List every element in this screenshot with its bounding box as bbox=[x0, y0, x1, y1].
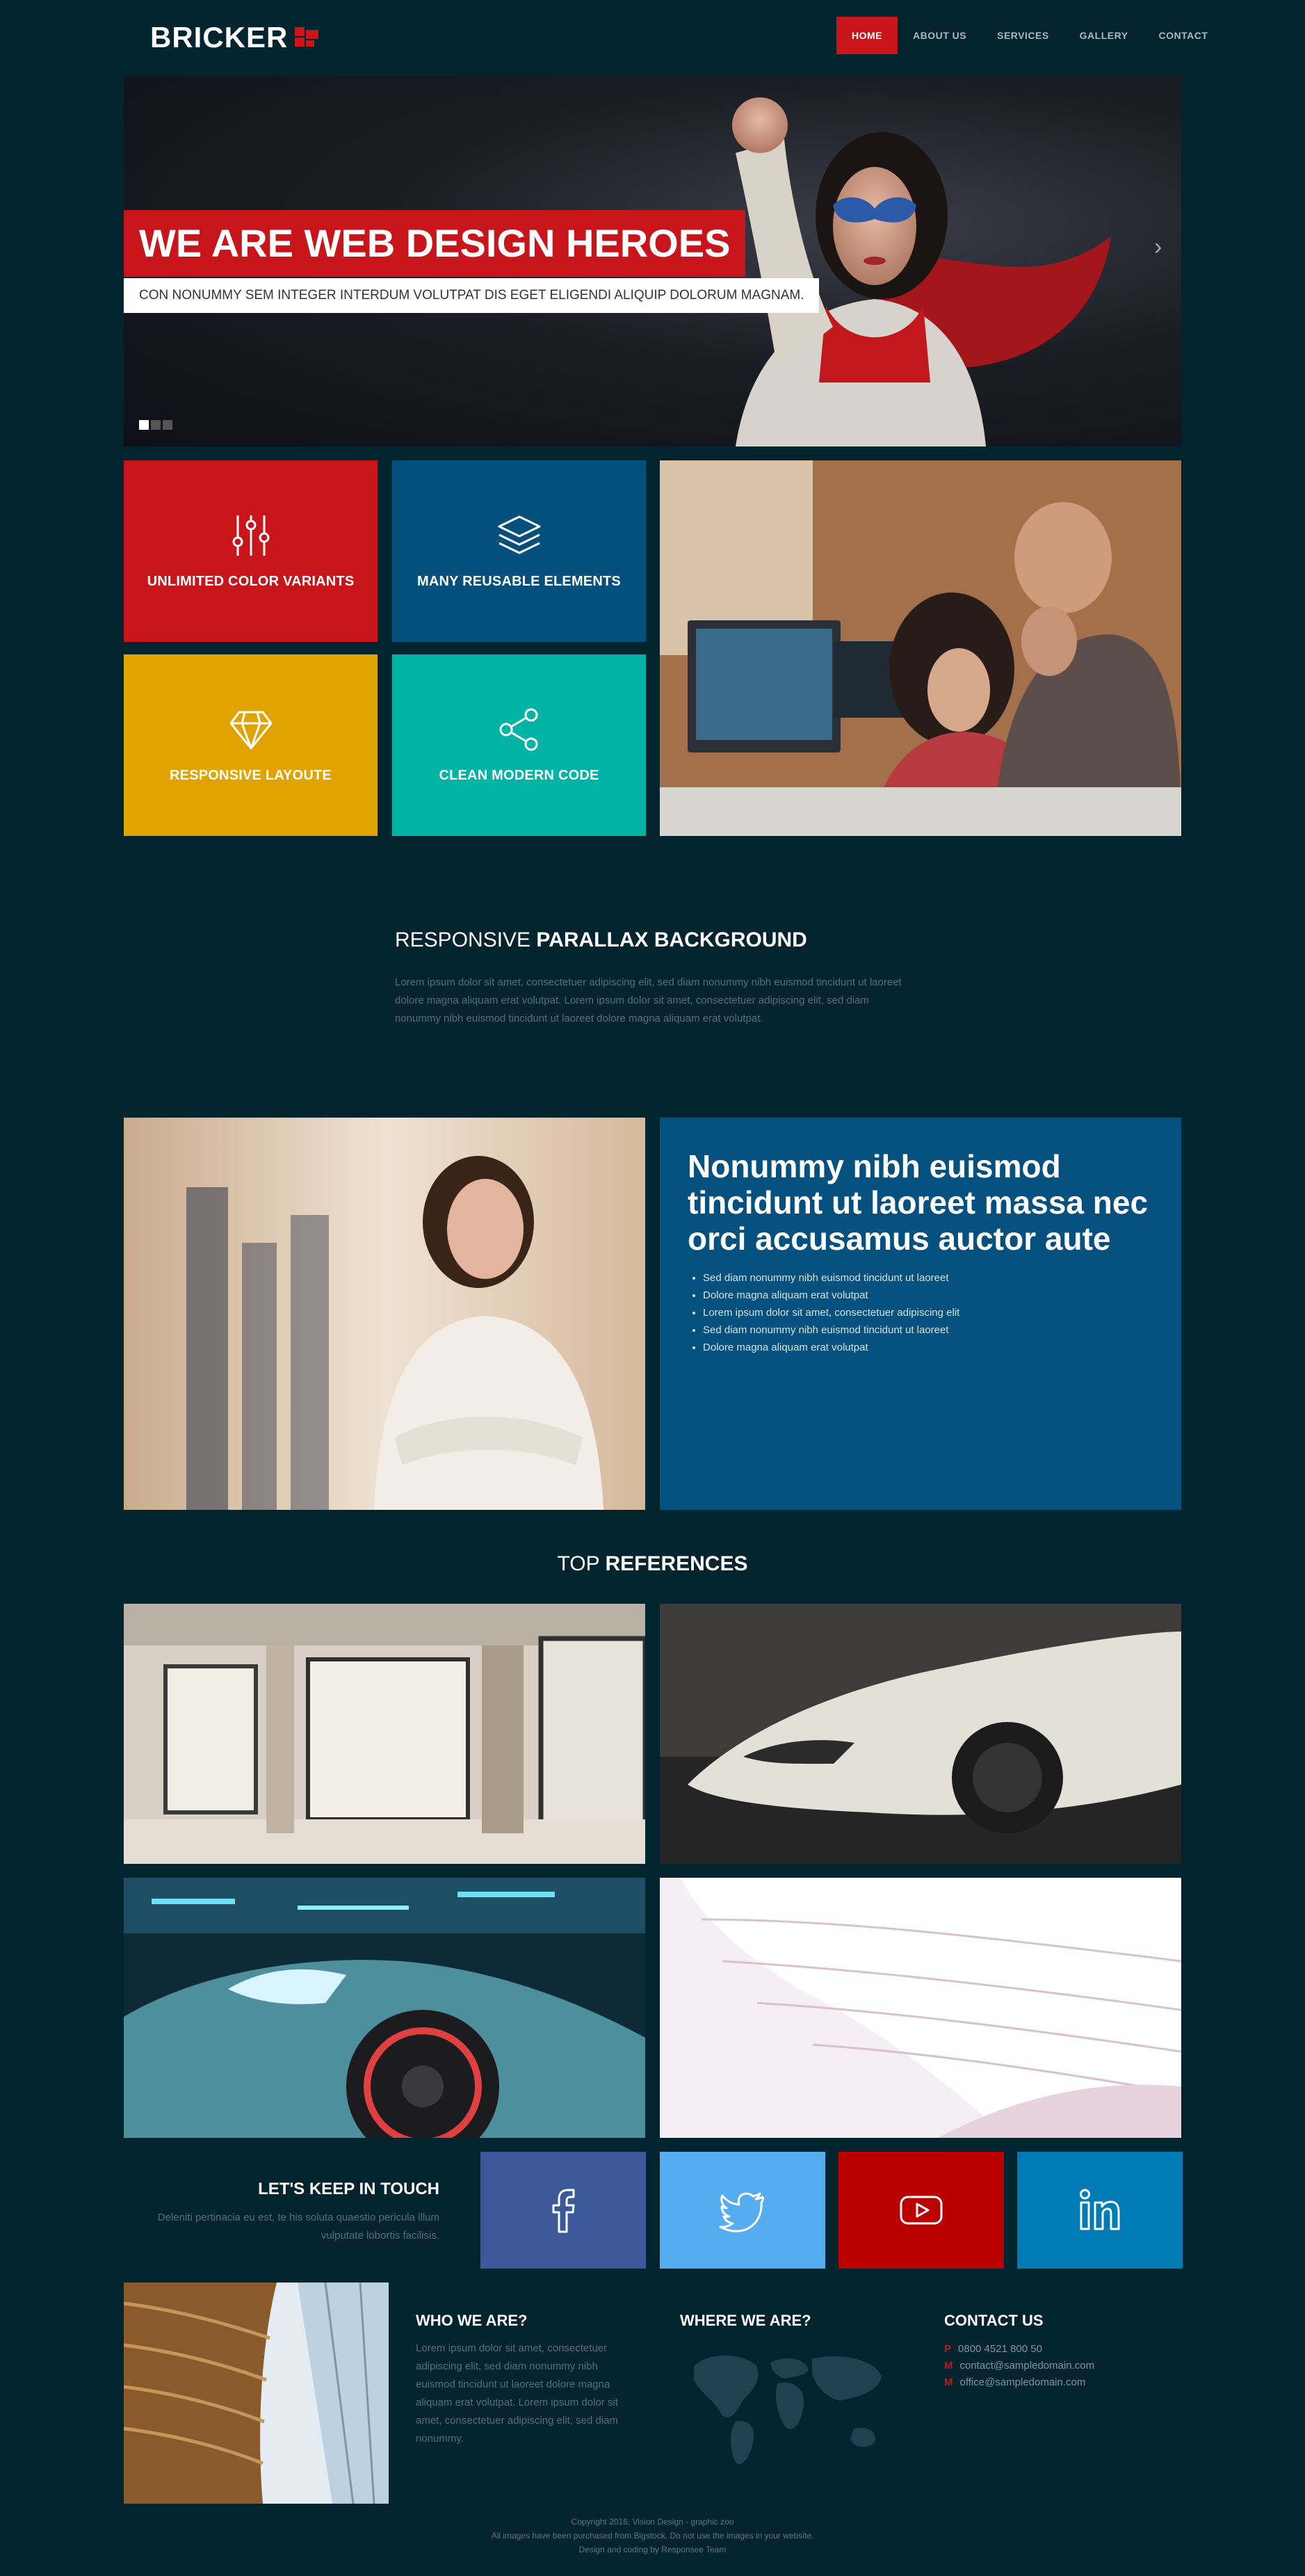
parallax-text: Lorem ipsum dolor sit amet, consectetuer… bbox=[395, 976, 902, 1024]
architecture-photo bbox=[124, 2283, 389, 2504]
nav-gallery[interactable]: GALLERY bbox=[1064, 17, 1144, 54]
list-item: Sed diam nonummy nibh euismod tincidunt … bbox=[703, 1269, 1153, 1287]
parallax-title-light: RESPONSIVE bbox=[395, 928, 537, 951]
hero-title: WE ARE WEB DESIGN HEROES bbox=[124, 210, 746, 277]
feature-tile-reusable-elements[interactable]: MANY REUSABLE ELEMENTS bbox=[392, 460, 646, 642]
contact-email: Moffice@sampledomain.com bbox=[944, 2374, 1174, 2391]
team-office-photo bbox=[660, 460, 1181, 836]
reference-image-sportscar[interactable] bbox=[660, 1604, 1181, 1864]
youtube-icon bbox=[900, 2196, 943, 2225]
info-title: Nonummy nibh euismod tincidunt ut laoree… bbox=[688, 1148, 1149, 1257]
contact-key: M bbox=[944, 2376, 953, 2388]
brand-name: BRICKER bbox=[150, 21, 289, 54]
reference-image-interior[interactable] bbox=[124, 1604, 645, 1864]
nav-services[interactable]: SERVICES bbox=[982, 17, 1064, 54]
twitter-icon bbox=[719, 2192, 764, 2232]
keep-in-touch-text: Deleniti pertinacia eu est, te his solut… bbox=[157, 2212, 439, 2241]
sliders-icon bbox=[232, 515, 269, 556]
diamond-icon bbox=[229, 711, 272, 750]
world-map-icon bbox=[680, 2338, 889, 2477]
list-item: Dolore magna aliquam erat volutpat bbox=[703, 1339, 1153, 1356]
feature-label: RESPONSIVE LAYOUTE bbox=[170, 768, 332, 783]
references-title-bold: REFERENCES bbox=[605, 1552, 748, 1575]
main-nav: HOME ABOUT US SERVICES GALLERY CONTACT bbox=[836, 17, 1223, 54]
contact-key: P bbox=[944, 2343, 952, 2355]
facebook-icon bbox=[552, 2189, 575, 2233]
twitter-button[interactable] bbox=[660, 2152, 825, 2269]
slider-dot[interactable] bbox=[151, 420, 161, 430]
linkedin-icon bbox=[1080, 2189, 1120, 2230]
contact-value[interactable]: contact@sampledomain.com bbox=[960, 2360, 1095, 2372]
list-item: Sed diam nonummy nibh euismod tincidunt … bbox=[703, 1321, 1153, 1339]
info-panel: Nonummy nibh euismod tincidunt ut laoree… bbox=[660, 1118, 1181, 1510]
nav-contact[interactable]: CONTACT bbox=[1144, 17, 1224, 54]
list-item: Dolore magna aliquam erat volutpat bbox=[703, 1287, 1153, 1304]
info-list: Sed diam nonummy nibh euismod tincidunt … bbox=[688, 1269, 1153, 1356]
businesswoman-photo bbox=[124, 1118, 645, 1510]
reference-image-abstract-steps[interactable] bbox=[660, 1878, 1181, 2138]
copyright-line: Copyright 2016, Vision Design - graphic … bbox=[571, 2517, 734, 2527]
references-title-light: TOP bbox=[557, 1552, 606, 1575]
contact-list: P 0800 4521 800 50 Mcontact@sampledomain.… bbox=[944, 2341, 1174, 2391]
who-we-are-text: Lorem ipsum dolor sit amet, consectetuer… bbox=[416, 2342, 618, 2445]
feature-tile-clean-code[interactable]: CLEAN MODERN CODE bbox=[392, 654, 646, 836]
slider-dots bbox=[139, 420, 172, 430]
copyright-line: All images have been purchased from Bigs… bbox=[491, 2531, 814, 2541]
who-we-are-title: WHO WE ARE? bbox=[416, 2312, 528, 2329]
contact-email: Mcontact@sampledomain.com bbox=[944, 2358, 1174, 2374]
reference-image-car-headlight[interactable] bbox=[124, 1878, 645, 2138]
contact-key: M bbox=[944, 2360, 953, 2372]
feature-tile-color-variants[interactable]: UNLIMITED COLOR VARIANTS bbox=[124, 460, 378, 642]
keep-in-touch-title: LET'S KEEP IN TOUCH bbox=[258, 2180, 439, 2198]
where-we-are-title: WHERE WE ARE? bbox=[680, 2312, 811, 2329]
feature-tile-responsive-layout[interactable]: RESPONSIVE LAYOUTE bbox=[124, 654, 378, 836]
contact-us-title: CONTACT US bbox=[944, 2312, 1044, 2329]
contact-value[interactable]: office@sampledomain.com bbox=[960, 2376, 1086, 2388]
layers-icon bbox=[498, 515, 540, 554]
references-heading: TOP REFERENCES bbox=[0, 1552, 1305, 1576]
hero-subtitle: CON NONUMMY SEM INTEGER INTERDUM VOLUTPA… bbox=[124, 278, 820, 313]
contact-phone: P 0800 4521 800 50 bbox=[944, 2341, 1174, 2358]
nav-about-us[interactable]: ABOUT US bbox=[898, 17, 982, 54]
parallax-heading: RESPONSIVE PARALLAX BACKGROUND bbox=[395, 928, 807, 952]
feature-label: CLEAN MODERN CODE bbox=[439, 768, 599, 783]
list-item: Lorem ipsum dolor sit amet, consectetuer… bbox=[703, 1304, 1153, 1321]
contact-value[interactable]: 0800 4521 800 50 bbox=[958, 2343, 1042, 2355]
nav-home[interactable]: HOME bbox=[836, 17, 898, 54]
facebook-button[interactable] bbox=[480, 2152, 646, 2269]
copyright-line: Design and coding by Responsee Team bbox=[578, 2545, 727, 2554]
linkedin-button[interactable] bbox=[1017, 2152, 1183, 2269]
slider-dot[interactable] bbox=[139, 420, 149, 430]
feature-label: MANY REUSABLE ELEMENTS bbox=[417, 574, 621, 589]
brand-logo[interactable]: BRICKER bbox=[150, 21, 319, 54]
slider-dot[interactable] bbox=[163, 420, 172, 430]
share-icon bbox=[499, 708, 537, 751]
logo-mark-icon bbox=[295, 27, 319, 48]
parallax-title-bold: PARALLAX BACKGROUND bbox=[536, 928, 807, 951]
copyright: Copyright 2016, Vision Design - graphic … bbox=[0, 2515, 1305, 2557]
youtube-button[interactable] bbox=[838, 2152, 1004, 2269]
chevron-right-icon[interactable]: › bbox=[1154, 235, 1167, 259]
feature-label: UNLIMITED COLOR VARIANTS bbox=[147, 574, 355, 589]
